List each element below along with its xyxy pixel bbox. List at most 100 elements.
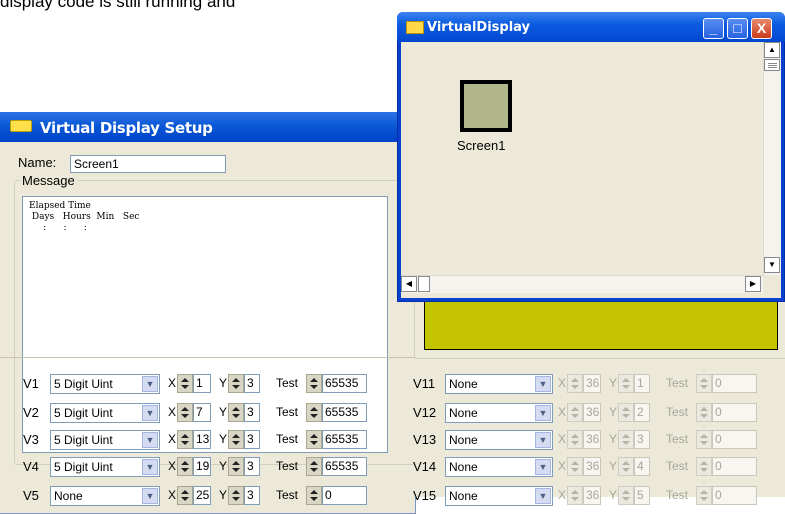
x-spinner[interactable]: [567, 430, 583, 449]
test-spinner[interactable]: [306, 403, 322, 422]
test-value[interactable]: 0: [712, 374, 757, 393]
test-spinner[interactable]: [306, 374, 322, 393]
horizontal-scrollbar[interactable]: ◀ ▶: [401, 275, 763, 293]
dropdown-arrow-icon[interactable]: ▼: [535, 432, 551, 448]
x-value[interactable]: 7: [193, 403, 211, 422]
vertical-scrollbar[interactable]: ▲ ▼: [763, 42, 781, 275]
y-value[interactable]: 3: [244, 486, 260, 505]
type-combobox[interactable]: 5 Digit Uint ▼: [50, 430, 160, 450]
test-spinner[interactable]: [696, 486, 712, 505]
type-combobox[interactable]: None ▼: [50, 486, 160, 506]
y-value[interactable]: 3: [244, 374, 260, 393]
test-value[interactable]: 0: [322, 486, 367, 505]
y-value[interactable]: 3: [244, 457, 260, 476]
test-spinner[interactable]: [306, 486, 322, 505]
y-value[interactable]: 5: [634, 486, 650, 505]
test-label: Test: [666, 459, 689, 473]
x-value[interactable]: 13: [193, 430, 211, 449]
test-spinner[interactable]: [696, 457, 712, 476]
type-combobox[interactable]: None ▼: [445, 374, 553, 394]
x-spinner[interactable]: [567, 457, 583, 476]
scroll-up-button[interactable]: ▲: [764, 42, 780, 58]
test-value[interactable]: 65535: [322, 374, 367, 393]
y-value[interactable]: 2: [634, 403, 650, 422]
x-value[interactable]: 36: [583, 374, 601, 393]
test-spinner[interactable]: [696, 403, 712, 422]
test-value[interactable]: 65535: [322, 403, 367, 422]
y-value[interactable]: 1: [634, 374, 650, 393]
dropdown-arrow-icon[interactable]: ▼: [535, 376, 551, 392]
x-spinner[interactable]: [567, 486, 583, 505]
horizontal-scroll-thumb[interactable]: [418, 276, 430, 292]
x-value[interactable]: 25: [193, 486, 211, 505]
test-value[interactable]: 0: [712, 486, 757, 505]
dropdown-arrow-icon[interactable]: ▼: [142, 405, 158, 421]
test-spinner[interactable]: [696, 430, 712, 449]
y-value[interactable]: 3: [244, 403, 260, 422]
y-spinner[interactable]: [618, 430, 634, 449]
virtual-display-titlebar[interactable]: VirtualDisplay _ □ X: [397, 12, 785, 42]
y-spinner[interactable]: [228, 374, 244, 393]
type-combobox[interactable]: 5 Digit Uint ▼: [50, 374, 160, 394]
row-label: V5: [23, 488, 39, 503]
row-label: V2: [23, 405, 39, 420]
x-value[interactable]: 36: [583, 430, 601, 449]
x-spinner[interactable]: [567, 374, 583, 393]
test-spinner[interactable]: [306, 457, 322, 476]
test-label: Test: [666, 432, 689, 446]
maximize-button[interactable]: □: [727, 18, 748, 39]
close-button[interactable]: X: [751, 18, 772, 39]
minimize-button[interactable]: _: [703, 18, 724, 39]
y-spinner[interactable]: [618, 403, 634, 422]
type-combobox[interactable]: None ▼: [445, 403, 553, 423]
test-value[interactable]: 0: [712, 430, 757, 449]
y-spinner[interactable]: [228, 430, 244, 449]
setup-titlebar[interactable]: Virtual Display Setup: [0, 112, 415, 142]
dropdown-arrow-icon[interactable]: ▼: [142, 488, 158, 504]
type-combobox[interactable]: 5 Digit Uint ▼: [50, 403, 160, 423]
scroll-right-button[interactable]: ▶: [745, 276, 761, 292]
x-spinner[interactable]: [177, 430, 193, 449]
x-spinner[interactable]: [177, 486, 193, 505]
vertical-scroll-thumb[interactable]: [764, 59, 780, 71]
scroll-down-button[interactable]: ▼: [764, 257, 780, 273]
y-value[interactable]: 4: [634, 457, 650, 476]
test-spinner[interactable]: [306, 430, 322, 449]
test-value[interactable]: 65535: [322, 457, 367, 476]
x-value[interactable]: 19: [193, 457, 211, 476]
x-spinner[interactable]: [177, 374, 193, 393]
y-spinner[interactable]: [228, 403, 244, 422]
x-spinner[interactable]: [567, 403, 583, 422]
dropdown-arrow-icon[interactable]: ▼: [142, 459, 158, 475]
y-spinner[interactable]: [618, 374, 634, 393]
x-spinner[interactable]: [177, 403, 193, 422]
y-spinner[interactable]: [228, 457, 244, 476]
dropdown-arrow-icon[interactable]: ▼: [535, 488, 551, 504]
y-spinner[interactable]: [618, 486, 634, 505]
x-value[interactable]: 36: [583, 403, 601, 422]
display-canvas[interactable]: [401, 42, 763, 275]
screen-icon[interactable]: [460, 80, 512, 132]
x-value[interactable]: 1: [193, 374, 211, 393]
x-value[interactable]: 36: [583, 486, 601, 505]
test-value[interactable]: 0: [712, 457, 757, 476]
test-value[interactable]: 65535: [322, 430, 367, 449]
scroll-left-button[interactable]: ◀: [401, 276, 417, 292]
type-combobox[interactable]: None ▼: [445, 486, 553, 506]
type-combobox[interactable]: 5 Digit Uint ▼: [50, 457, 160, 477]
dropdown-arrow-icon[interactable]: ▼: [535, 405, 551, 421]
dropdown-arrow-icon[interactable]: ▼: [142, 432, 158, 448]
test-value[interactable]: 0: [712, 403, 757, 422]
name-input[interactable]: Screen1: [70, 155, 226, 173]
x-spinner[interactable]: [177, 457, 193, 476]
dropdown-arrow-icon[interactable]: ▼: [142, 376, 158, 392]
y-spinner[interactable]: [618, 457, 634, 476]
x-value[interactable]: 36: [583, 457, 601, 476]
y-value[interactable]: 3: [244, 430, 260, 449]
type-combobox[interactable]: None ▼: [445, 430, 553, 450]
test-spinner[interactable]: [696, 374, 712, 393]
y-value[interactable]: 3: [634, 430, 650, 449]
y-spinner[interactable]: [228, 486, 244, 505]
type-combobox[interactable]: None ▼: [445, 457, 553, 477]
dropdown-arrow-icon[interactable]: ▼: [535, 459, 551, 475]
